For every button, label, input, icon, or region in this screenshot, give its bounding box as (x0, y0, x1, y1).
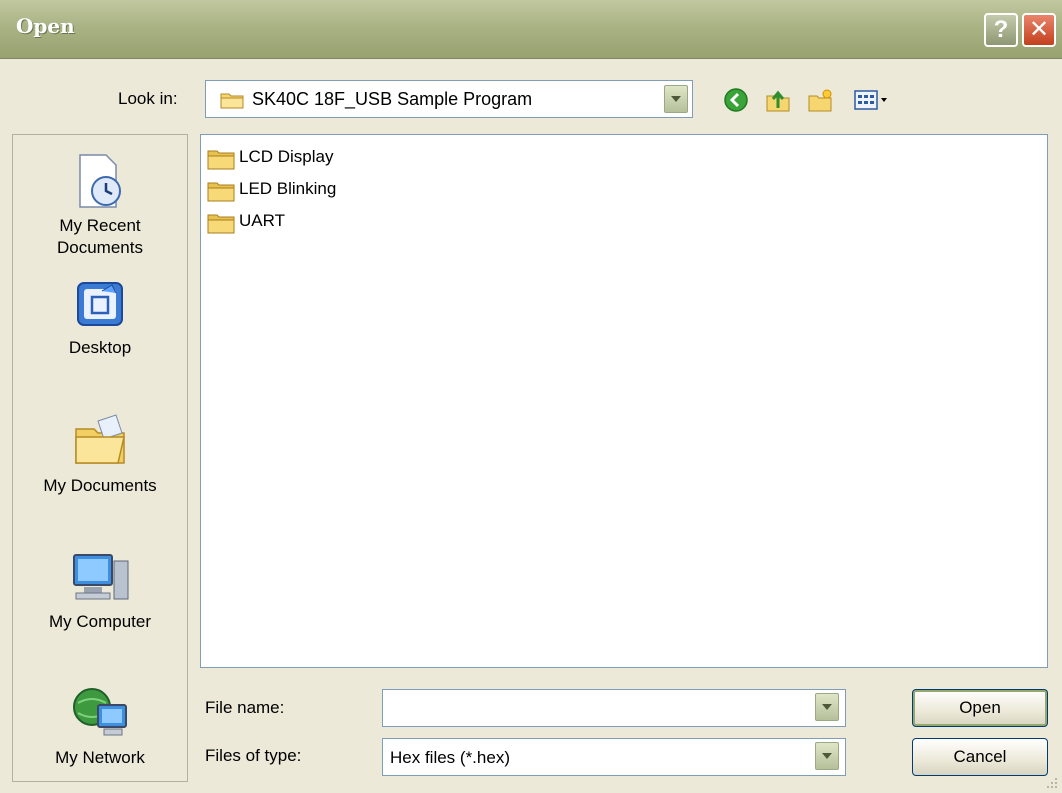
view-menu-icon[interactable] (852, 86, 892, 114)
recent-documents-icon (79, 154, 121, 208)
folder-icon (207, 182, 235, 202)
file-list[interactable]: LCD Display LED Blinking UART (200, 134, 1048, 668)
place-my-network[interactable]: My Network (13, 683, 187, 769)
open-button[interactable]: Open (912, 689, 1048, 727)
places-bar: My Recent Documents Desktop My Documents (12, 134, 188, 782)
file-name-input[interactable] (382, 689, 846, 727)
folder-icon (220, 93, 244, 109)
look-in-label: Look in: (118, 89, 178, 108)
file-name-label: LED Blinking (239, 179, 337, 198)
file-name-label: UART (239, 211, 285, 230)
back-icon[interactable] (722, 86, 750, 114)
file-name-label: LCD Display (239, 147, 334, 166)
desktop-icon (77, 282, 123, 326)
help-button[interactable]: ? (984, 13, 1018, 47)
place-my-documents[interactable]: My Documents (13, 411, 187, 497)
files-of-type-value: Hex files (*.hex) (390, 748, 510, 767)
my-documents-icon (75, 414, 125, 464)
look-in-dropdown-button[interactable] (664, 85, 688, 113)
cancel-button[interactable]: Cancel (912, 738, 1048, 776)
look-in-value: SK40C 18F_USB Sample Program (252, 89, 533, 109)
file-name-label: File name: (205, 698, 285, 717)
resize-grip-icon[interactable] (1044, 775, 1058, 789)
my-computer-icon (73, 554, 129, 600)
window-title: Open (16, 14, 75, 38)
files-of-type-label: Files of type: (205, 746, 302, 765)
close-button[interactable]: ✕ (1022, 13, 1056, 47)
title-bar[interactable]: Open ? ✕ (0, 0, 1062, 59)
my-network-icon (73, 688, 127, 736)
open-dialog: Open ? ✕ Look in: SK40C 18F_USB Sample P… (0, 0, 1062, 793)
files-of-type-dropdown-button[interactable] (815, 742, 839, 770)
folder-icon (207, 214, 235, 234)
place-my-computer[interactable]: My Computer (13, 547, 187, 633)
folder-icon (207, 150, 235, 170)
new-folder-icon[interactable] (806, 86, 834, 114)
up-folder-icon[interactable] (764, 86, 792, 114)
file-name-dropdown-button[interactable] (815, 693, 839, 721)
place-desktop[interactable]: Desktop (13, 277, 187, 359)
look-in-dropdown[interactable]: SK40C 18F_USB Sample Program (205, 80, 693, 118)
place-my-recent-documents[interactable]: My Recent Documents (13, 151, 187, 259)
